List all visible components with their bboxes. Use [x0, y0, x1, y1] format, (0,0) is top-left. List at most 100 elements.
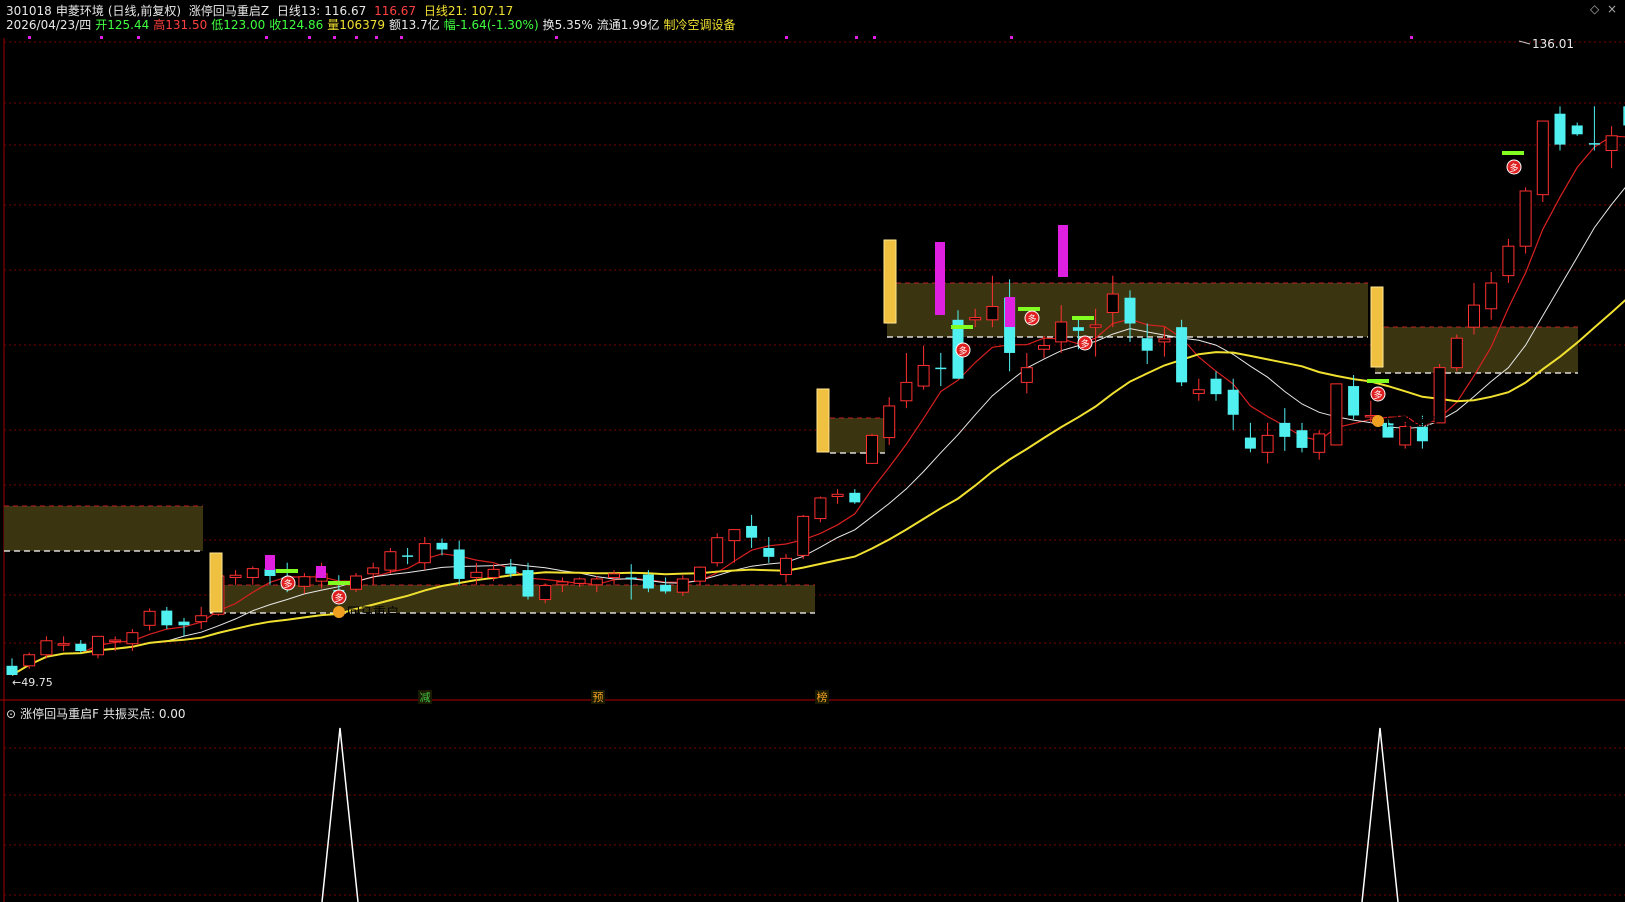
- candle-body: [1089, 324, 1102, 328]
- resonance-spike: [321, 727, 359, 902]
- candle-body: [1176, 327, 1188, 383]
- candle-body: [402, 555, 414, 557]
- candle-body: [1227, 389, 1239, 415]
- candle: [1020, 352, 1033, 394]
- consolidation-box: [4, 506, 203, 551]
- candle-body: [143, 610, 156, 626]
- candle: [763, 536, 775, 563]
- marker-dot: [355, 36, 358, 39]
- candle: [1348, 375, 1360, 420]
- restart-icon: [1372, 415, 1384, 427]
- lime-marker: [276, 569, 298, 573]
- candle-body: [1244, 437, 1256, 449]
- candle-body: [1158, 338, 1171, 343]
- candle-body: [1072, 327, 1084, 331]
- candle: [1468, 283, 1480, 335]
- badge-label: 多: [958, 345, 967, 357]
- candle-body: [694, 566, 706, 582]
- sub-panel-title[interactable]: 涨停回马重启F: [20, 707, 99, 721]
- candle-body: [935, 367, 947, 370]
- candle: [1210, 371, 1222, 401]
- limit-up-bar: [209, 552, 223, 613]
- candle-body: [1261, 434, 1274, 453]
- candle-body: [608, 573, 620, 578]
- candle-body: [350, 575, 362, 590]
- candle-body: [1502, 245, 1515, 277]
- candle-body: [831, 493, 844, 497]
- sub-panel-header: ⊙ 涨停回马重启F 共振买点: 0.00: [6, 707, 190, 721]
- lime-marker: [1072, 316, 1094, 320]
- event-tag: 榜: [817, 690, 828, 704]
- candle: [384, 548, 397, 574]
- candle: [935, 352, 947, 387]
- candle-body: [676, 578, 689, 593]
- limit-up-bar: [883, 239, 897, 324]
- candle-body: [590, 578, 603, 586]
- candle-body: [40, 640, 53, 656]
- candle-body: [92, 635, 104, 656]
- candle: [57, 636, 70, 652]
- candle-body: [814, 497, 827, 520]
- candle-body: [1020, 367, 1033, 383]
- candle-body: [1485, 282, 1498, 310]
- consolidation-box: [210, 585, 815, 613]
- candle-body: [1313, 433, 1326, 453]
- sub-panel-toggle-icon[interactable]: ⊙: [6, 707, 16, 721]
- candle-body: [75, 643, 87, 652]
- candle-body: [229, 574, 242, 578]
- candle: [831, 489, 844, 504]
- lime-marker: [951, 325, 973, 329]
- candle-body: [195, 615, 208, 623]
- lime-marker: [1018, 307, 1040, 311]
- candle-body: [6, 665, 18, 675]
- candle-body: [1554, 113, 1566, 145]
- candle-body: [418, 543, 431, 564]
- candle: [1554, 106, 1566, 151]
- candle-body: [1124, 297, 1136, 324]
- candle: [1176, 319, 1188, 387]
- candle: [1536, 120, 1549, 203]
- high-mark-label: 136.01: [1532, 37, 1574, 51]
- candle: [1571, 122, 1583, 136]
- candle: [1244, 422, 1256, 453]
- low-mark-label: ←49.75: [12, 676, 53, 689]
- badge-label: 多: [1080, 338, 1089, 350]
- badge-label: 多: [1509, 162, 1518, 174]
- marker-dot: [137, 36, 140, 39]
- candle-body: [866, 434, 878, 464]
- candle: [780, 553, 792, 583]
- marker-dot: [855, 36, 858, 39]
- badge-label: 多: [334, 592, 343, 604]
- candle-body: [986, 306, 999, 321]
- candle: [75, 640, 87, 653]
- candle: [746, 514, 758, 549]
- candle-body: [1210, 378, 1222, 395]
- candle-body: [900, 381, 913, 402]
- candle-body: [1468, 304, 1480, 328]
- candle-body: [1192, 389, 1205, 394]
- candle-body: [178, 621, 190, 626]
- buy-badge-icon: 多: [331, 589, 347, 605]
- magenta-bar: [265, 555, 275, 570]
- candle-body: [642, 574, 654, 589]
- kline-window: 301018 申菱环境 (日线,前复权) 涨停回马重启Z 日线13: 116.67 1…: [0, 0, 1625, 902]
- kline-chart[interactable]: 多多多多多多多回马重启回马重启136.01←49.75减预榜: [0, 0, 1625, 902]
- marker-dot: [308, 36, 311, 39]
- marker-dot: [265, 36, 268, 39]
- candle-body: [573, 578, 586, 584]
- candle-body: [746, 525, 758, 538]
- marker-dot: [873, 36, 876, 39]
- candle-body: [470, 571, 483, 578]
- candle: [402, 548, 414, 565]
- candle: [1519, 187, 1532, 254]
- lime-marker: [1502, 151, 1524, 155]
- candle: [6, 658, 18, 675]
- candle: [1502, 238, 1515, 284]
- candle: [711, 533, 724, 567]
- marker-dot: [785, 36, 788, 39]
- candle-body: [1588, 143, 1600, 145]
- candle-body: [763, 548, 775, 557]
- candle: [246, 566, 259, 585]
- restart-icon: [333, 606, 345, 618]
- candle: [1279, 408, 1291, 451]
